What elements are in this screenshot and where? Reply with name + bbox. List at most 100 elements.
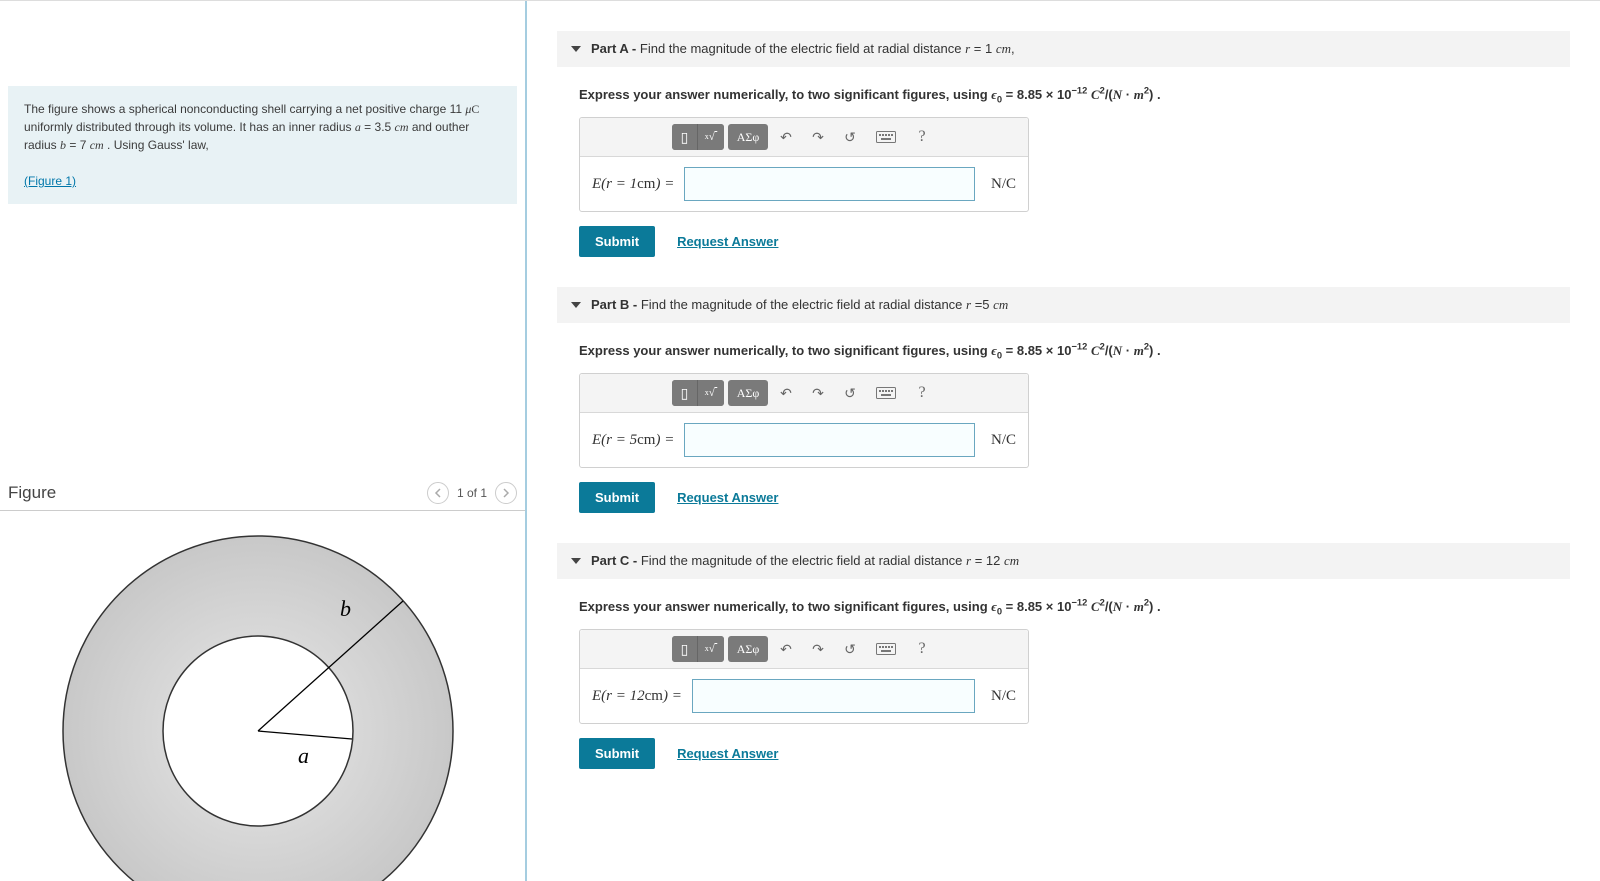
sqrt-button[interactable]: x√ [698,636,724,662]
part-prompt: Find the magnitude of the electric field… [641,297,1008,312]
figure-header: Figure 1 of 1 [0,476,525,511]
toolbar-group-greek: ΑΣφ [728,124,768,150]
toolbar-group-greek: ΑΣφ [728,636,768,662]
equation-toolbar: ▯ x√ ΑΣφ ↶ ↷ ↺ ? [580,630,1028,669]
part-header-text: Part A - Find the magnitude of the elect… [591,41,1015,57]
greek-button[interactable]: ΑΣφ [728,636,768,662]
figure-title: Figure [8,483,427,503]
toolbar-group-templates: ▯ x√ [672,636,724,662]
equation-toolbar: ▯ x√ ΑΣφ ↶ ↷ ↺ ? [580,118,1028,157]
answer-unit: N/C [985,688,1016,705]
part-actions: Submit Request Answer [557,468,1570,513]
help-button[interactable]: ? [908,636,936,662]
left-panel: The figure shows a spherical nonconducti… [0,1,527,881]
answer-row: E(r = 12cm) = N/C [580,669,1028,723]
problem-intro-text: The figure shows a spherical nonconducti… [24,102,479,152]
figure-body: b a [0,511,525,881]
chevron-left-icon [434,488,442,498]
part-label: Part A - [591,41,640,56]
figure-next-button[interactable] [495,482,517,504]
sqrt-button[interactable]: x√ [698,124,724,150]
figure-link[interactable]: (Figure 1) [24,174,76,188]
answer-lhs: E(r = 5cm) = [592,432,674,449]
part-actions: Submit Request Answer [557,212,1570,257]
keyboard-icon [876,643,896,655]
part-actions: Submit Request Answer [557,724,1570,769]
part-instructions: Express your answer numerically, to two … [557,67,1570,103]
answer-row: E(r = 1cm) = N/C [580,157,1028,211]
redo-button[interactable]: ↷ [804,380,832,406]
request-answer-link[interactable]: Request Answer [677,746,778,761]
undo-button[interactable]: ↶ [772,124,800,150]
undo-button[interactable]: ↶ [772,636,800,662]
part-header[interactable]: Part C - Find the magnitude of the elect… [557,543,1570,579]
templates-button[interactable]: ▯ [672,124,698,150]
templates-button[interactable]: ▯ [672,636,698,662]
submit-button[interactable]: Submit [579,226,655,257]
answer-unit: N/C [985,432,1016,449]
redo-button[interactable]: ↷ [804,124,832,150]
reset-button[interactable]: ↺ [836,124,864,150]
help-button[interactable]: ? [908,380,936,406]
part-label: Part B - [591,297,641,312]
label-a: a [298,743,309,768]
figure-counter: 1 of 1 [457,486,487,500]
keyboard-button[interactable] [868,380,904,406]
answer-input[interactable] [684,167,975,201]
redo-button[interactable]: ↷ [804,636,832,662]
part-header[interactable]: Part A - Find the magnitude of the elect… [557,31,1570,67]
equation-toolbar: ▯ x√ ΑΣφ ↶ ↷ ↺ ? [580,374,1028,413]
help-button[interactable]: ? [908,124,936,150]
toolbar-group-greek: ΑΣφ [728,380,768,406]
label-b: b [340,596,351,621]
figure-nav: 1 of 1 [427,482,517,504]
right-panel: Part A - Find the magnitude of the elect… [527,1,1600,881]
answer-box: ▯ x√ ΑΣφ ↶ ↷ ↺ ? E(r = 5cm) = N/C [579,373,1029,468]
figure-scroll[interactable]: b a [8,511,517,881]
part-prompt: Find the magnitude of the electric field… [641,553,1019,568]
submit-button[interactable]: Submit [579,738,655,769]
shell-diagram: b a [8,511,488,881]
part-instructions: Express your answer numerically, to two … [557,323,1570,359]
reset-button[interactable]: ↺ [836,380,864,406]
figure-section: Figure 1 of 1 [0,204,525,881]
keyboard-icon [876,387,896,399]
toolbar-group-templates: ▯ x√ [672,380,724,406]
keyboard-button[interactable] [868,636,904,662]
request-answer-link[interactable]: Request Answer [677,490,778,505]
answer-input[interactable] [684,423,975,457]
caret-down-icon [571,558,581,564]
answer-row: E(r = 5cm) = N/C [580,413,1028,467]
reset-button[interactable]: ↺ [836,636,864,662]
toolbar-group-templates: ▯ x√ [672,124,724,150]
chevron-right-icon [502,488,510,498]
caret-down-icon [571,302,581,308]
part-header[interactable]: Part B - Find the magnitude of the elect… [557,287,1570,323]
undo-button[interactable]: ↶ [772,380,800,406]
problem-intro: The figure shows a spherical nonconducti… [8,86,517,204]
answer-lhs: E(r = 12cm) = [592,688,682,705]
figure-prev-button[interactable] [427,482,449,504]
answer-box: ▯ x√ ΑΣφ ↶ ↷ ↺ ? E(r = 1cm) = N/C [579,117,1029,212]
greek-button[interactable]: ΑΣφ [728,124,768,150]
keyboard-button[interactable] [868,124,904,150]
part-header-text: Part C - Find the magnitude of the elect… [591,553,1019,569]
greek-button[interactable]: ΑΣφ [728,380,768,406]
templates-button[interactable]: ▯ [672,380,698,406]
part-header-text: Part B - Find the magnitude of the elect… [591,297,1008,313]
sqrt-button[interactable]: x√ [698,380,724,406]
submit-button[interactable]: Submit [579,482,655,513]
part-b: Part B - Find the magnitude of the elect… [557,287,1570,513]
answer-lhs: E(r = 1cm) = [592,176,674,193]
answer-unit: N/C [985,176,1016,193]
answer-box: ▯ x√ ΑΣφ ↶ ↷ ↺ ? E(r = 12cm) = N/C [579,629,1029,724]
part-a: Part A - Find the magnitude of the elect… [557,31,1570,257]
part-prompt: Find the magnitude of the electric field… [640,41,1015,56]
keyboard-icon [876,131,896,143]
answer-input[interactable] [692,679,975,713]
part-c: Part C - Find the magnitude of the elect… [557,543,1570,769]
caret-down-icon [571,46,581,52]
request-answer-link[interactable]: Request Answer [677,234,778,249]
part-label: Part C - [591,553,641,568]
part-instructions: Express your answer numerically, to two … [557,579,1570,615]
